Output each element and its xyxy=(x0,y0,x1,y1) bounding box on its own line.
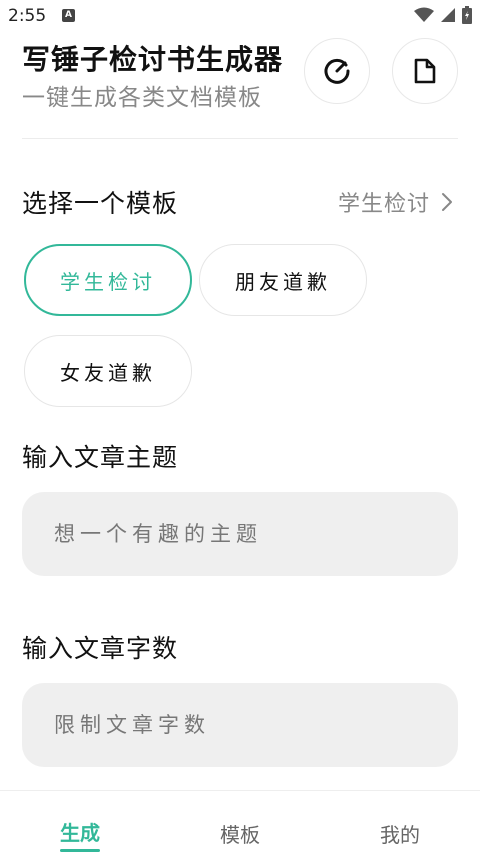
gauge-icon xyxy=(324,58,350,84)
template-chip-student[interactable]: 学生检讨 xyxy=(24,244,192,316)
status-icons xyxy=(414,6,472,24)
tab-generate[interactable]: 生成 xyxy=(60,817,100,846)
app-subtitle: 一键生成各类文档模板 xyxy=(22,85,262,111)
status-time: 2:55 xyxy=(8,6,47,26)
wordcount-input[interactable] xyxy=(22,683,458,767)
topic-section-title: 输入文章主题 xyxy=(22,443,179,472)
chevron-right-icon xyxy=(442,193,452,211)
template-selector[interactable]: 学生检讨 xyxy=(338,186,454,218)
topic-input[interactable] xyxy=(22,492,458,576)
app-title: 写锤子检讨书生成器 xyxy=(22,43,284,76)
battery-icon xyxy=(462,6,472,24)
signal-icon xyxy=(441,8,455,22)
wordcount-section-title: 输入文章字数 xyxy=(22,634,179,663)
template-section-title: 选择一个模板 xyxy=(22,189,179,218)
document-button[interactable] xyxy=(392,38,458,104)
gauge-button[interactable] xyxy=(304,38,370,104)
template-chip-girlfriend[interactable]: 女友道歉 xyxy=(24,335,192,407)
notification-icon: A xyxy=(62,9,75,22)
tab-mine[interactable]: 我的 xyxy=(380,819,420,848)
selected-template-value: 学生检讨 xyxy=(337,192,430,217)
bottom-tab-bar: 生成 模板 我的 xyxy=(0,790,480,855)
document-icon xyxy=(414,58,436,84)
template-chip-friend[interactable]: 朋友道歉 xyxy=(199,244,367,316)
header-divider xyxy=(22,138,458,139)
active-tab-indicator xyxy=(60,849,100,852)
tab-templates[interactable]: 模板 xyxy=(220,819,260,848)
wifi-icon xyxy=(414,7,434,22)
topic-input-box xyxy=(22,492,458,576)
wordcount-input-box xyxy=(22,683,458,767)
status-bar: 2:55 A xyxy=(0,0,480,34)
app-header: 写锤子检讨书生成器 一键生成各类文档模板 xyxy=(22,38,462,111)
